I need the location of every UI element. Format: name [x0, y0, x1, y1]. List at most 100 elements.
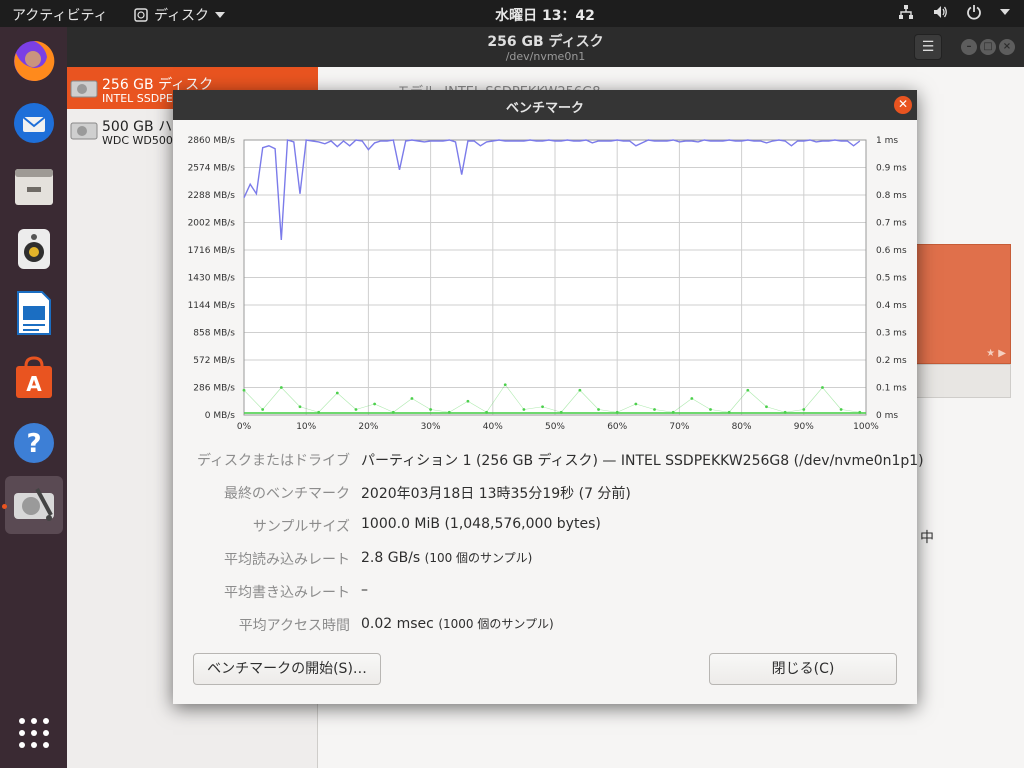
volume-free-space[interactable] [916, 364, 1011, 398]
dock-disks[interactable] [5, 476, 63, 534]
top-bar: アクティビティ ディスク 水曜日 13：42 [0, 0, 1024, 27]
power-icon [967, 5, 981, 20]
info-label: 最終のベンチマーク [224, 486, 350, 502]
x-tick-label: 80% [732, 422, 752, 432]
y-left-tick-label: 1716 MB/s [188, 246, 236, 256]
start-benchmark-button[interactable]: ベンチマークの開始(S)… [193, 653, 381, 685]
benchmark-dialog: ベンチマーク ✕ 2860 MB/s 1 ms 2574 MB/s 0.9 ms 228… [173, 90, 924, 704]
y-left-tick-label: 2288 MB/s [188, 191, 236, 201]
y-right-tick-label: 0.4 ms [876, 301, 907, 311]
app-grid-icon [19, 718, 49, 748]
dock-help[interactable]: ? [5, 414, 63, 472]
volume-icon [934, 6, 947, 18]
close-button[interactable]: 閉じる(C) [709, 653, 897, 685]
info-value: パーティション 1 (256 GB ディスク) — INTEL SSDPEKKW… [361, 453, 924, 469]
x-tick-label: 20% [358, 422, 378, 432]
info-row-read-rate: 平均読み込みレート 2.8 GB/s (100 個のサンプル) [173, 549, 917, 569]
access-time-point [765, 405, 768, 409]
info-row-drive: ディスクまたはドライブ パーティション 1 (256 GB ディスク) — IN… [173, 450, 924, 470]
access-time-point [429, 408, 432, 411]
y-right-tick-label: 0.8 ms [876, 191, 907, 201]
dock-software[interactable]: A [5, 348, 63, 406]
access-time-point [354, 408, 358, 411]
dock-firefox[interactable] [5, 32, 63, 90]
dock: A ? [0, 27, 67, 768]
access-time-point [503, 383, 507, 387]
access-time-point [690, 397, 694, 400]
network-icon [899, 5, 913, 19]
x-tick-label: 60% [607, 422, 627, 432]
help-icon: ? [14, 423, 54, 463]
dock-writer[interactable] [5, 284, 63, 342]
close-dialog-button[interactable]: ✕ [894, 96, 912, 114]
y-right-tick-label: 0.7 ms [876, 219, 907, 229]
y-left-tick-label: 2002 MB/s [188, 219, 236, 229]
info-value: 0.02 msec (1000 個のサンプル) [361, 616, 554, 632]
svg-text:?: ? [26, 429, 41, 459]
drive-model: INTEL SSDPE [102, 92, 173, 105]
y-left-tick-label: 1144 MB/s [188, 301, 236, 311]
y-right-tick-label: 0.1 ms [876, 384, 907, 394]
firefox-icon [14, 40, 55, 81]
y-right-tick-label: 0.2 ms [876, 356, 907, 366]
benchmark-chart: 2860 MB/s 1 ms 2574 MB/s 0.9 ms 2288 MB/s 0.8… [188, 136, 907, 432]
system-tray[interactable] [898, 4, 1010, 20]
access-time-point [709, 408, 712, 411]
access-time-point [466, 399, 470, 403]
access-time-point [522, 408, 526, 411]
writer-icon [17, 291, 51, 335]
software-icon: A [16, 356, 52, 398]
menu-button[interactable]: ☰ [914, 34, 942, 60]
info-value: 2.8 GB/s (100 個のサンプル) [361, 550, 533, 566]
y-left-tick-label: 572 MB/s [193, 356, 235, 366]
access-time-point [410, 397, 414, 400]
y-right-tick-label: 0.9 ms [876, 164, 907, 174]
x-tick-label: 50% [545, 422, 565, 432]
access-time-point [373, 402, 377, 406]
dialog-title: ベンチマーク [505, 101, 584, 116]
partial-status-text: 中 [920, 530, 934, 546]
dock-show-apps[interactable] [5, 704, 63, 762]
access-time-point [821, 386, 824, 389]
access-time-point [298, 405, 302, 409]
y-right-tick-label: 0.3 ms [876, 329, 907, 339]
access-time-point [242, 388, 246, 392]
window-title: 256 GB ディスク [487, 34, 604, 50]
hard-disk-icon [70, 80, 98, 98]
drive-model: WDC WD500 [102, 134, 173, 147]
info-value: – [361, 582, 368, 598]
info-label: サンプルサイズ [252, 519, 350, 535]
info-label: 平均アクセス時間 [238, 618, 350, 634]
x-tick-label: 0% [237, 422, 252, 432]
star-play-icon: ★ ▶ [986, 348, 1006, 359]
volume-partition-block[interactable]: ★ ▶ [916, 244, 1011, 364]
y-right-tick-label: 0.5 ms [876, 274, 907, 284]
close-window-button[interactable]: × [999, 39, 1015, 55]
info-row-sample-size: サンプルサイズ 1000.0 MiB (1,048,576,000 bytes) [173, 516, 917, 536]
info-label: ディスクまたはドライブ [196, 453, 350, 469]
x-tick-label: 100% [853, 422, 879, 432]
header-bar: 256 GB ディスク /dev/nvme0n1 ☰ – □ × [67, 27, 1024, 67]
access-time-point [746, 388, 750, 392]
y-left-tick-label: 2574 MB/s [188, 164, 236, 174]
access-time-point [653, 408, 656, 411]
info-value: 2020年03月18日 13時35分19秒 (7 分前) [361, 486, 631, 502]
minimize-button[interactable]: – [961, 39, 977, 55]
access-time-point [802, 408, 806, 411]
info-row-write-rate: 平均書き込みレート – [173, 582, 917, 602]
clock[interactable]: 水曜日 13：42 [0, 5, 1024, 25]
hard-disk-icon [70, 122, 98, 140]
x-tick-label: 70% [669, 422, 689, 432]
maximize-button[interactable]: □ [980, 39, 996, 55]
access-time-point [261, 408, 265, 411]
y-left-tick-label: 1430 MB/s [188, 274, 236, 284]
y-left-tick-label: 858 MB/s [193, 329, 235, 339]
dock-thunderbird[interactable] [5, 94, 63, 152]
dock-files[interactable] [5, 158, 63, 216]
info-label: 平均書き込みレート [224, 585, 350, 601]
x-tick-label: 10% [296, 422, 316, 432]
dock-rhythmbox[interactable] [5, 220, 63, 278]
rhythmbox-icon [18, 229, 50, 269]
y-right-tick-label: 1 ms [876, 136, 898, 146]
running-indicator [2, 504, 7, 509]
